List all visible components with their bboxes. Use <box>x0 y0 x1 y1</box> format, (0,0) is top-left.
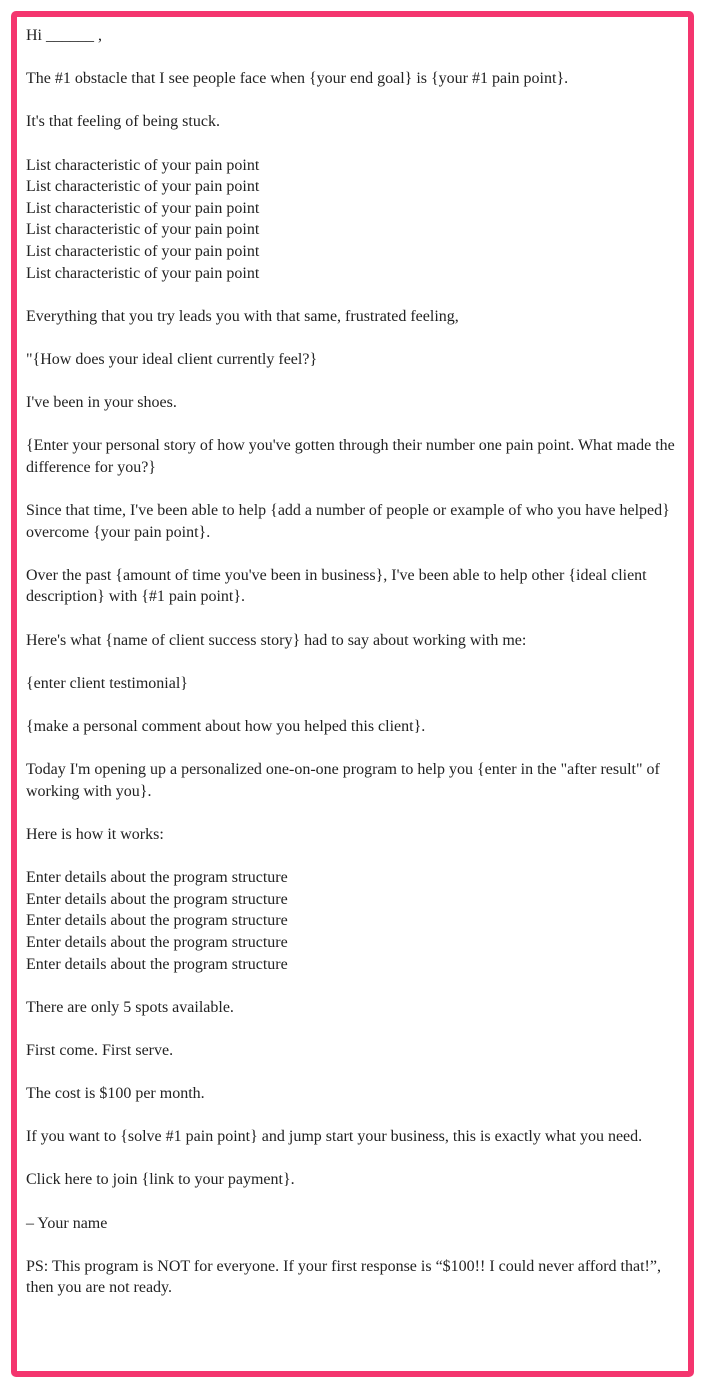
pain-characteristic-item: List characteristic of your pain point <box>26 221 260 239</box>
personal-story-paragraph: {Enter your personal story of how you've… <box>26 437 675 476</box>
first-come-paragraph: First come. First serve. <box>26 1041 174 1059</box>
if-you-want-paragraph: If you want to {solve #1 pain point} and… <box>26 1128 643 1146</box>
program-detail-item: Enter details about the program structur… <box>26 890 288 908</box>
spots-paragraph: There are only 5 spots available. <box>26 998 234 1016</box>
shoes-paragraph: I've been in your shoes. <box>26 394 177 412</box>
program-details-list: Enter details about the program structur… <box>26 867 681 975</box>
today-paragraph: Today I'm opening up a personalized one-… <box>26 761 660 800</box>
pain-characteristic-item: List characteristic of your pain point <box>26 199 260 217</box>
since-that-time-paragraph: Since that time, I've been able to help … <box>26 502 670 541</box>
program-detail-item: Enter details about the program structur… <box>26 933 288 951</box>
everything-paragraph: Everything that you try leads you with t… <box>26 307 459 325</box>
pain-characteristic-item: List characteristic of your pain point <box>26 156 260 174</box>
program-detail-item: Enter details about the program structur… <box>26 912 288 930</box>
over-the-past-paragraph: Over the past {amount of time you've bee… <box>26 566 647 606</box>
signature: – Your name <box>26 1214 108 1232</box>
email-template: Hi ______ , The #1 obstacle that I see p… <box>26 25 681 1321</box>
cost-paragraph: The cost is $100 per month. <box>26 1085 205 1103</box>
personal-comment-paragraph: {make a personal comment about how you h… <box>26 718 426 735</box>
success-story-intro: Here's what {name of client success stor… <box>26 631 527 649</box>
how-it-works-heading: Here is how it works: <box>26 825 164 843</box>
pain-characteristics-list: List characteristic of your pain point L… <box>26 155 681 285</box>
pain-characteristic-item: List characteristic of your pain point <box>26 242 260 260</box>
pain-characteristic-item: List characteristic of your pain point <box>26 264 260 282</box>
pain-characteristic-item: List characteristic of your pain point <box>26 178 260 196</box>
program-detail-item: Enter details about the program structur… <box>26 955 288 973</box>
stuck-paragraph: It's that feeling of being stuck. <box>26 113 220 131</box>
obstacle-paragraph: The #1 obstacle that I see people face w… <box>26 70 569 88</box>
greeting: Hi ______ , <box>26 27 102 44</box>
ps-paragraph: PS: This program is NOT for everyone. If… <box>26 1257 661 1297</box>
testimonial-placeholder: {enter client testimonial} <box>26 674 188 692</box>
ideal-client-feel-paragraph: "{How does your ideal client currently f… <box>26 350 318 368</box>
click-here-paragraph: Click here to join {link to your payment… <box>26 1171 295 1189</box>
program-detail-item: Enter details about the program structur… <box>26 869 288 887</box>
